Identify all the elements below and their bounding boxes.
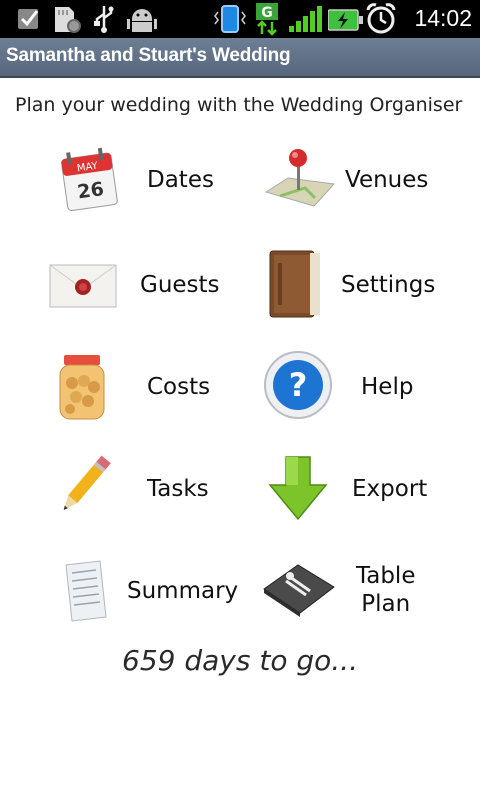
usb-icon	[94, 6, 114, 33]
settings-label: Settings	[341, 272, 436, 298]
document-icon	[65, 560, 107, 622]
guests-label: Guests	[140, 272, 220, 298]
checkbox-icon	[18, 9, 39, 29]
dates-button[interactable]: MAY 26 Dates	[40, 140, 240, 220]
android-debug-icon	[127, 9, 157, 32]
export-arrow-icon	[268, 456, 328, 521]
export-label: Export	[352, 476, 428, 502]
map-pin-icon	[264, 149, 336, 207]
clock: 14:02	[414, 5, 472, 31]
battery-charging-icon	[328, 9, 363, 31]
svg-text:26: 26	[76, 178, 105, 203]
envelope-icon	[49, 264, 117, 308]
table-plan-label-line2: Plan	[361, 591, 411, 617]
coin-jar-icon	[59, 355, 105, 420]
costs-button[interactable]: Costs	[40, 347, 240, 427]
sd-card-icon	[55, 7, 81, 33]
guests-button[interactable]: Guests	[40, 245, 240, 325]
export-button[interactable]: Export	[258, 449, 458, 529]
countdown-text: 659 days to go...	[122, 644, 358, 677]
costs-label: Costs	[147, 374, 211, 400]
intro-text: Plan your wedding with the Wedding Organ…	[15, 94, 463, 116]
svg-text:G: G	[261, 5, 273, 21]
summary-button[interactable]: Summary	[40, 551, 240, 631]
app-title: Samantha and Stuart's Wedding	[6, 45, 291, 66]
svg-text:?: ?	[289, 366, 308, 404]
dates-label: Dates	[147, 167, 214, 193]
table-plan-label-line1: Table	[356, 563, 416, 589]
tasks-button[interactable]: Tasks	[40, 449, 240, 529]
app-title-bar: Samantha and Stuart's Wedding	[0, 38, 480, 78]
cutlery-icon	[263, 564, 335, 617]
pencil-icon	[63, 455, 111, 510]
help-label: Help	[361, 374, 414, 400]
venues-button[interactable]: Venues	[258, 140, 458, 220]
settings-button[interactable]: Settings	[258, 245, 458, 325]
help-question-icon: ?	[264, 351, 332, 419]
help-button[interactable]: ? Help	[258, 347, 458, 427]
vibrate-icon	[214, 5, 246, 33]
venues-label: Venues	[345, 167, 429, 193]
alarm-icon	[366, 3, 396, 34]
book-icon	[269, 250, 320, 318]
tasks-label: Tasks	[147, 476, 209, 502]
network-g-icon: G	[256, 3, 278, 36]
summary-label: Summary	[127, 578, 239, 604]
table-plan-button[interactable]: Table Plan	[258, 551, 458, 631]
signal-icon	[289, 6, 322, 32]
calendar-icon: MAY 26	[61, 147, 118, 212]
status-bar: G 14:02	[0, 0, 480, 38]
table-plan-label: Table Plan	[356, 562, 415, 618]
